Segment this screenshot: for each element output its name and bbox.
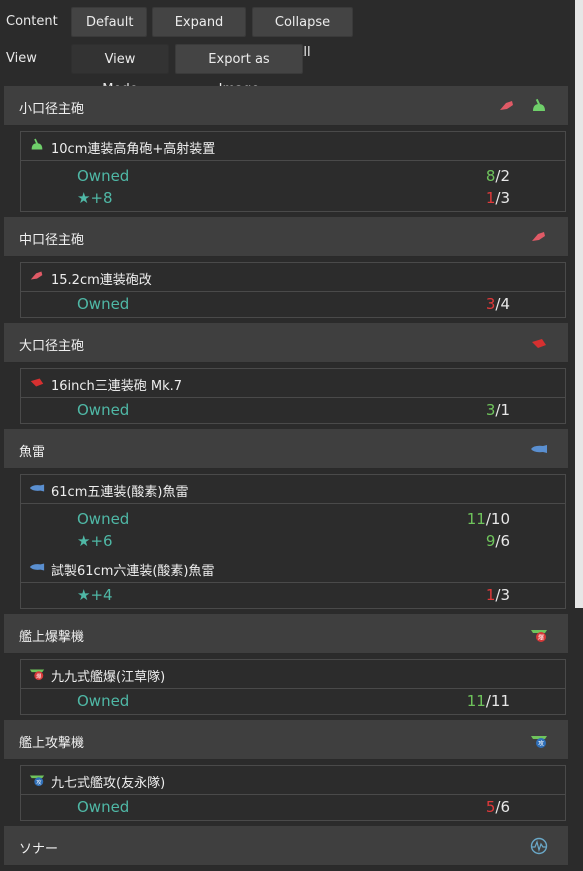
category-header[interactable]: 中口径主砲 [4, 217, 568, 257]
stat-need: /4 [495, 295, 510, 313]
stat-label: Owned [77, 401, 130, 419]
stat-label: Owned [77, 692, 130, 710]
stat-need: /2 [495, 167, 510, 185]
stat-row: Owned 11/11 [21, 690, 565, 712]
torpedo-icon [29, 484, 45, 492]
equipment-item: 15.2cm連装砲改 Owned 3/4 [20, 262, 566, 318]
equipment-item: 10cm連装高角砲+高射装置 Owned 8/2 ★+8 1/3 [20, 131, 566, 212]
small-gun-icon [533, 98, 545, 111]
stat-label: Owned [77, 510, 130, 528]
category-title: 中口径主砲 [19, 233, 85, 248]
stat-have: 1 [485, 586, 496, 604]
category-header[interactable]: 艦上攻撃機 攻 [4, 720, 568, 760]
small-gun-icon [31, 138, 43, 150]
equipment-name: 16inch三連装砲 Mk.7 [51, 379, 183, 394]
category-header[interactable]: 艦上爆撃機 爆 [4, 614, 568, 654]
equipment-name: 試製61cm六連装(酸素)魚雷 [51, 564, 215, 579]
large-gun-icon [30, 378, 44, 387]
equipment-name: 九七式艦攻(友永隊) [51, 776, 166, 791]
stat-row: Owned 8/2 [21, 165, 565, 187]
stat-row: Owned 11/10 [21, 508, 565, 530]
medium-gun-icon [532, 232, 545, 241]
default-button[interactable]: Default [71, 7, 147, 37]
collapse-all-button[interactable]: Collapse All [252, 7, 353, 60]
stat-have: 11 [466, 692, 486, 710]
equipment-item: 61cm五連装(酸素)魚雷 Owned 11/10 ★+6 9/6 試製61cm… [20, 474, 566, 609]
large-gun-icon [532, 339, 546, 348]
sonar-icon [530, 837, 548, 855]
stat-label: Owned [77, 167, 130, 185]
stat-need: /3 [495, 586, 510, 604]
svg-text:攻: 攻 [538, 740, 544, 748]
stat-row: ★+6 9/6 [21, 530, 565, 552]
stat-row: ★+8 1/3 [21, 187, 565, 209]
stat-have: 3 [485, 401, 496, 419]
stat-have: 1 [485, 189, 496, 207]
category-title: 艦上爆撃機 [19, 630, 85, 645]
stat-row: Owned 3/4 [21, 293, 565, 315]
stat-label: Owned [77, 798, 130, 816]
equipment-name: 15.2cm連装砲改 [51, 273, 152, 288]
torpedo-icon [29, 563, 45, 571]
expand-all-button[interactable]: Expand All [152, 7, 246, 60]
category-header[interactable]: ソナー [4, 826, 568, 866]
stat-need: /11 [485, 692, 510, 710]
stat-need: /1 [495, 401, 510, 419]
stat-label: Owned [77, 295, 130, 313]
category-title: 艦上攻撃機 [19, 736, 85, 751]
view-label: View [6, 51, 37, 66]
category-header[interactable]: 大口径主砲 [4, 323, 568, 363]
stat-have: 3 [485, 295, 496, 313]
svg-text:爆: 爆 [538, 634, 544, 642]
equipment-item: 攻 九七式艦攻(友永隊) Owned 5/6 [20, 765, 566, 821]
medium-gun-icon [500, 101, 513, 110]
stat-label: ★+4 [77, 586, 113, 604]
equipment-name: 10cm連装高角砲+高射装置 [51, 142, 216, 157]
stat-need: /3 [495, 189, 510, 207]
equipment-list: 小口径主砲 10cm連装高角砲+高射装置 Owned 8/2 ★+8 1/3 中… [4, 86, 568, 871]
view-mode-button[interactable]: View Mode [71, 44, 169, 97]
stat-have: 11 [466, 510, 486, 528]
svg-text:爆: 爆 [36, 672, 42, 680]
stat-row: Owned 3/1 [21, 399, 565, 421]
torpedo-bomber-icon: 攻 [531, 736, 547, 748]
category-header[interactable]: 魚雷 [4, 429, 568, 469]
content-label: Content [6, 14, 58, 29]
torpedo-bomber-icon: 攻 [29, 775, 45, 787]
medium-gun-icon [30, 271, 43, 280]
stat-row: Owned 5/6 [21, 796, 565, 818]
equipment-item: 16inch三連装砲 Mk.7 Owned 3/1 [20, 368, 566, 424]
stat-label: ★+6 [77, 532, 113, 550]
toolbar: Content Default Expand All Collapse All … [0, 0, 583, 97]
stat-label: ★+8 [77, 189, 113, 207]
svg-text:攻: 攻 [36, 778, 42, 786]
category-title: 魚雷 [19, 445, 46, 460]
equipment-name: 61cm五連装(酸素)魚雷 [51, 485, 189, 500]
category-title: 大口径主砲 [19, 339, 85, 354]
stat-have: 5 [485, 798, 496, 816]
stat-have: 8 [485, 167, 496, 185]
stat-have: 9 [485, 532, 496, 550]
equipment-item: 爆 九九式艦爆(江草隊) Owned 11/11 [20, 659, 566, 715]
category-title: ソナー [19, 842, 59, 857]
dive-bomber-icon: 爆 [29, 669, 45, 681]
dive-bomber-icon: 爆 [531, 630, 547, 642]
equipment-name: 九九式艦爆(江草隊) [51, 670, 166, 685]
window-edge [575, 0, 583, 608]
category-title: 小口径主砲 [19, 102, 85, 117]
stat-row: ★+4 1/3 [21, 584, 565, 606]
stat-need: /6 [495, 798, 510, 816]
torpedo-icon [531, 445, 547, 453]
stat-need: /10 [485, 510, 510, 528]
export-image-button[interactable]: Export as Image [175, 44, 303, 97]
category-header[interactable]: 小口径主砲 [4, 86, 568, 126]
stat-need: /6 [495, 532, 510, 550]
